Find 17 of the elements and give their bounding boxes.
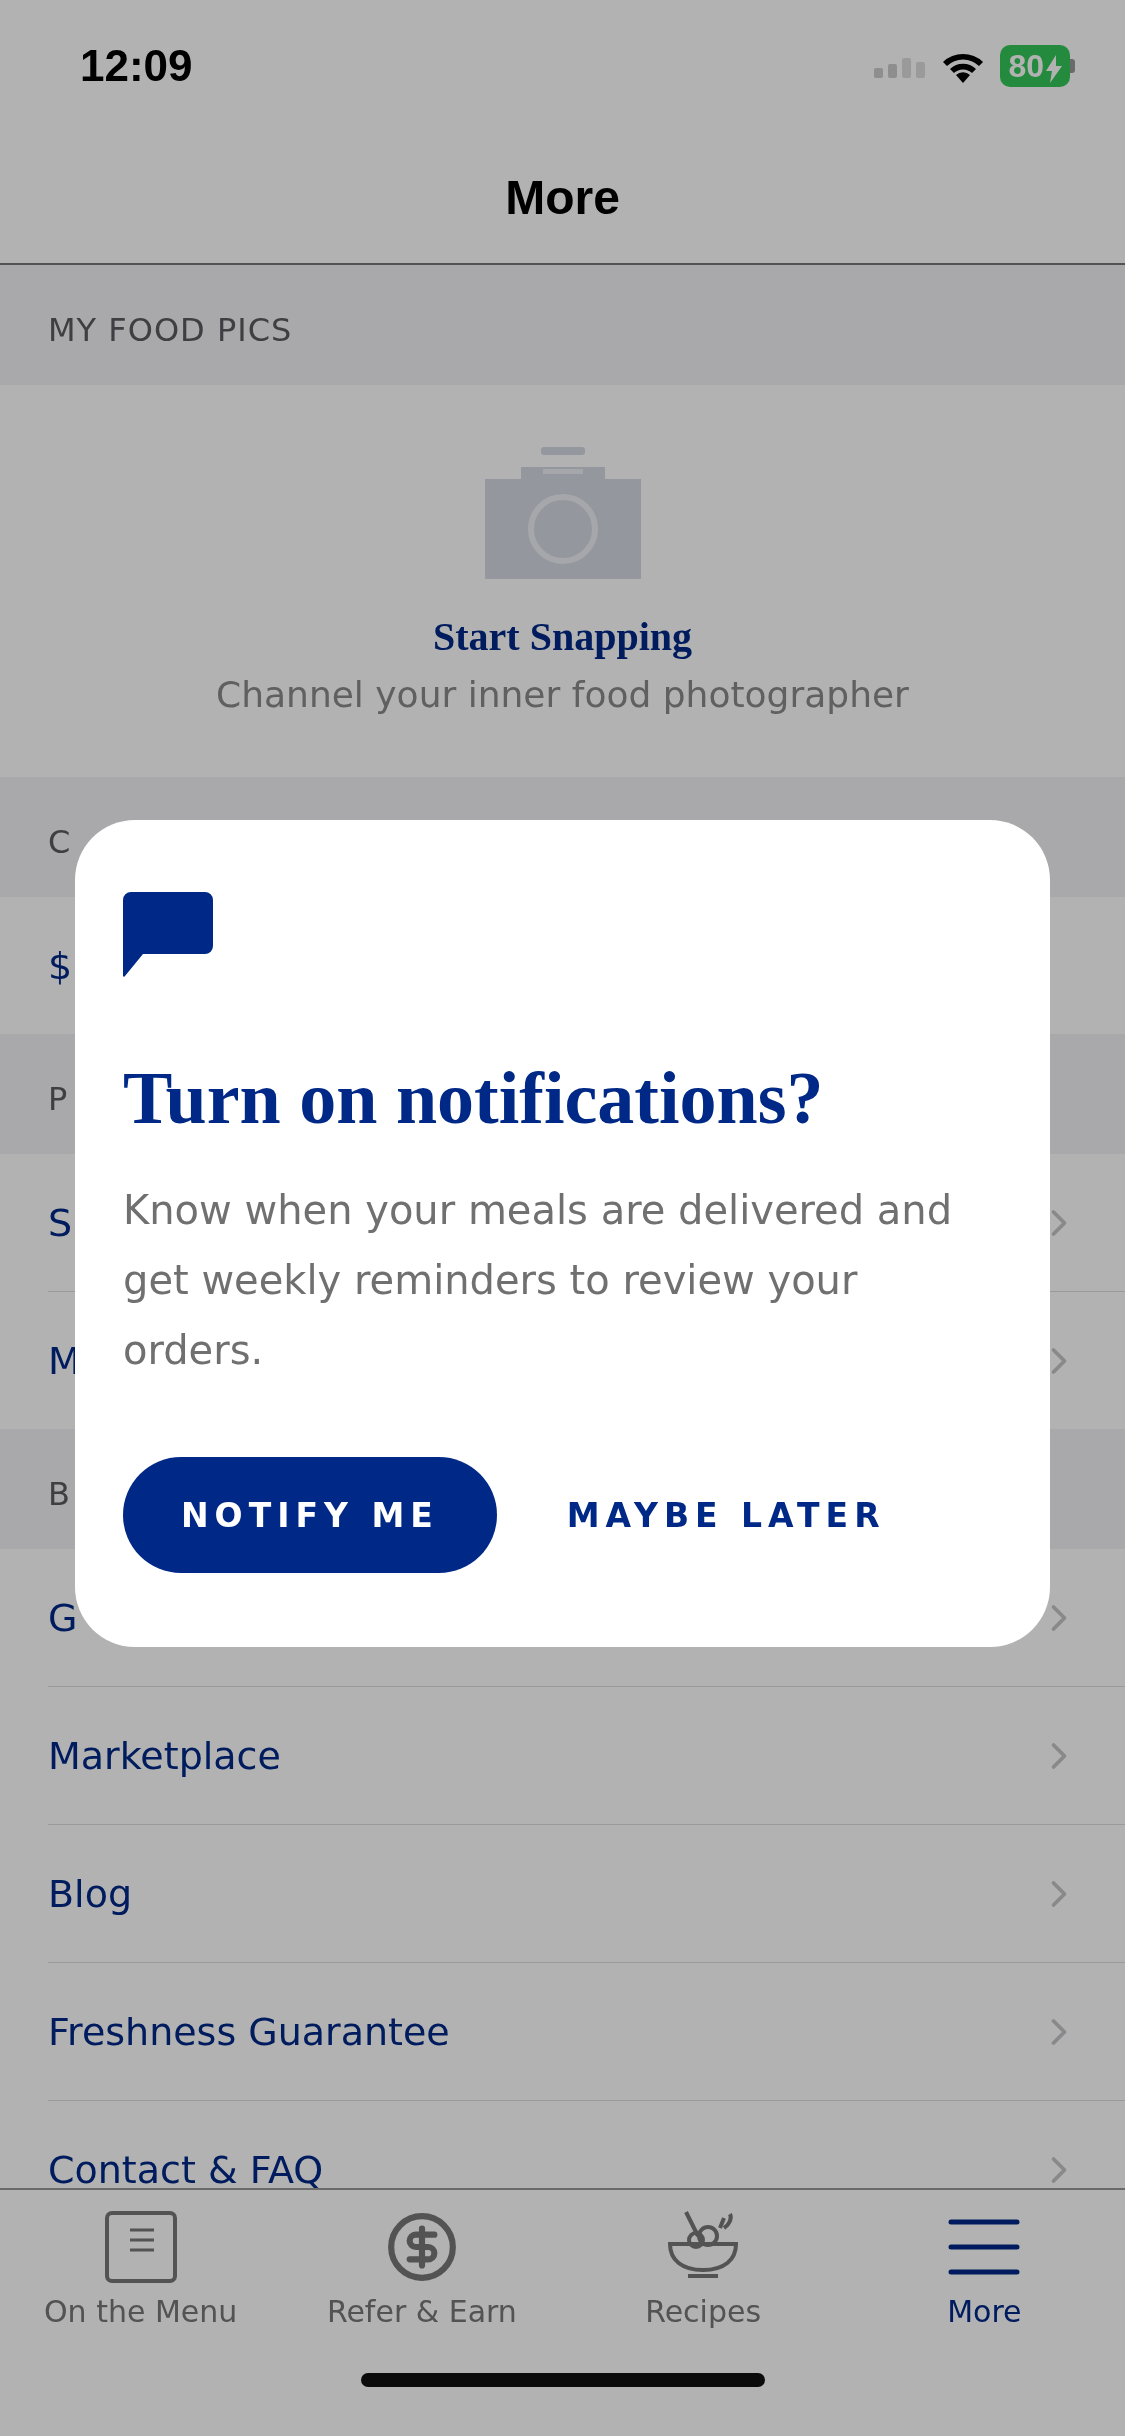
page-title: More [505, 170, 620, 225]
status-time: 12:09 [80, 41, 193, 91]
row-label: Contact & FAQ [48, 2147, 324, 2188]
start-snapping-title: Start Snapping [433, 613, 692, 660]
section-title: B [48, 1475, 71, 1513]
row-label: $ [48, 943, 73, 988]
section-title: C [48, 823, 72, 861]
row-label: Freshness Guarantee [48, 2009, 450, 2054]
dialog-title: Turn on notifications? [123, 1056, 825, 1141]
section-title: MY FOOD PICS [48, 311, 293, 349]
row-label: Marketplace [48, 1733, 281, 1778]
dialog-message: Know when your meals are delivered and get weekly reminders to review your orders. [123, 1186, 954, 1375]
row-label: S [48, 1200, 73, 1245]
row-label: G [48, 1595, 78, 1640]
subtitle: Channel your inner food photographer [216, 674, 909, 715]
section-title: P [48, 1080, 69, 1118]
row-label: Blog [48, 1871, 132, 1916]
